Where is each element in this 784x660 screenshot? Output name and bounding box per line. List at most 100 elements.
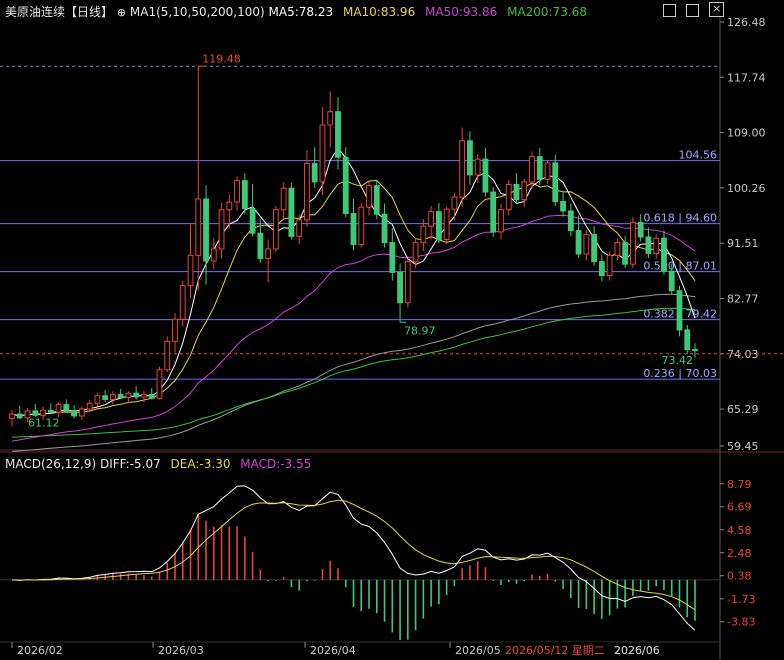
- instrument-title[interactable]: 美原油连续: [5, 5, 65, 19]
- candle-down: [536, 147, 543, 186]
- candle-body: [684, 329, 691, 351]
- macd-tick-label: 0.38: [727, 570, 752, 583]
- candle-body: [622, 242, 629, 265]
- candle-body: [451, 196, 458, 210]
- price-tick-label: 82.77: [727, 292, 759, 305]
- macd-params-label[interactable]: MACD(26,12,9): [5, 457, 96, 471]
- candle-down: [288, 182, 295, 240]
- period-label[interactable]: 【日线】: [65, 5, 113, 19]
- candle-down: [575, 215, 582, 258]
- candle-body: [560, 201, 566, 212]
- candle-up: [451, 192, 458, 221]
- candle-body: [288, 187, 295, 237]
- restore-icon[interactable]: [663, 4, 676, 17]
- candle-body: [490, 191, 497, 233]
- candle-body: [404, 261, 411, 304]
- candle-down: [490, 186, 497, 237]
- candle-down: [552, 154, 559, 206]
- candle-body: [536, 156, 543, 180]
- candle-down: [71, 405, 77, 419]
- candle-body: [133, 392, 140, 398]
- candle-down: [350, 198, 357, 251]
- candle-down: [661, 230, 667, 275]
- candle-down: [513, 173, 520, 204]
- candle-down: [684, 324, 691, 354]
- date-tick-label: 2026/03: [158, 644, 204, 657]
- maximize-icon[interactable]: [686, 4, 700, 17]
- candle-body: [366, 185, 372, 208]
- candle-body: [319, 124, 326, 183]
- candle-body: [234, 180, 240, 203]
- candle-body: [210, 248, 217, 262]
- candle-up: [366, 181, 372, 216]
- candle-up: [210, 238, 217, 270]
- candle-body: [637, 221, 644, 238]
- candle-up: [358, 202, 365, 248]
- candle-up: [529, 151, 535, 189]
- candle-body: [156, 369, 163, 399]
- candle-body: [272, 209, 279, 250]
- macd-macd-value: MACD:-3.55: [240, 457, 312, 471]
- settings-icon[interactable]: ⊕: [117, 6, 126, 19]
- candle-down: [598, 254, 605, 282]
- min-price-label: 61.12: [28, 417, 60, 430]
- candle-down: [567, 203, 574, 237]
- fib-level-label: 104.56: [679, 149, 718, 162]
- macd-dea-value: DEA:-3.30: [170, 457, 231, 471]
- candle-body: [653, 237, 660, 254]
- ma-params-label[interactable]: MA1(5,10,50,200,100): [130, 5, 265, 19]
- candle-body: [117, 393, 124, 399]
- candle-body: [195, 198, 202, 256]
- candle-down: [342, 147, 349, 218]
- candle-down: [241, 173, 248, 214]
- candle-body: [16, 413, 23, 419]
- candle-up: [653, 234, 660, 260]
- candle-body: [373, 185, 380, 215]
- candle-up: [218, 202, 225, 259]
- candle-body: [591, 233, 598, 263]
- candle-up: [172, 312, 178, 353]
- candle-body: [428, 211, 435, 227]
- candle-down: [435, 202, 442, 244]
- candle-up: [156, 366, 163, 400]
- candle-up: [265, 239, 272, 283]
- price-tick-label: 109.00: [727, 127, 766, 140]
- candle-down: [381, 203, 388, 248]
- candle-body: [78, 408, 85, 417]
- candle-body: [296, 219, 303, 237]
- candle-body: [676, 290, 683, 331]
- candle-up: [498, 204, 504, 240]
- candle-body: [335, 111, 341, 158]
- candle-body: [172, 318, 178, 342]
- macd-diff-line: [11, 485, 696, 631]
- candle-body: [498, 209, 504, 233]
- candle-down: [63, 399, 70, 413]
- candle-body: [575, 230, 582, 255]
- candle-body: [9, 413, 15, 419]
- candle-up: [304, 150, 310, 227]
- close-icon[interactable]: ×: [709, 2, 725, 17]
- candle-body: [187, 254, 194, 287]
- candle-body: [459, 140, 466, 198]
- candle-up: [78, 407, 85, 420]
- candle-body: [304, 163, 310, 221]
- candlestick-chart[interactable]: 126.48 117.74 109.00 100.26 91.51 82.77 74.03 6…: [0, 0, 784, 660]
- candle-down: [560, 192, 566, 217]
- candle-body: [342, 156, 349, 215]
- ma-end-label: 73.42: [662, 354, 694, 367]
- candle-body: [94, 395, 101, 404]
- candle-body: [47, 409, 54, 413]
- candle-down: [389, 228, 396, 281]
- candle-body: [606, 254, 613, 277]
- candle-body: [203, 198, 209, 262]
- window-controls: ×: [663, 2, 725, 21]
- candle-down: [203, 185, 209, 285]
- candle-up: [583, 229, 590, 261]
- price-tick-label: 59.45: [727, 440, 759, 453]
- candle-down: [397, 263, 403, 323]
- candle-up: [505, 180, 512, 216]
- candle-body: [420, 225, 427, 244]
- candle-body: [668, 270, 675, 292]
- ma100-line: [11, 293, 696, 452]
- date-tick-label: 2026/05: [455, 644, 501, 657]
